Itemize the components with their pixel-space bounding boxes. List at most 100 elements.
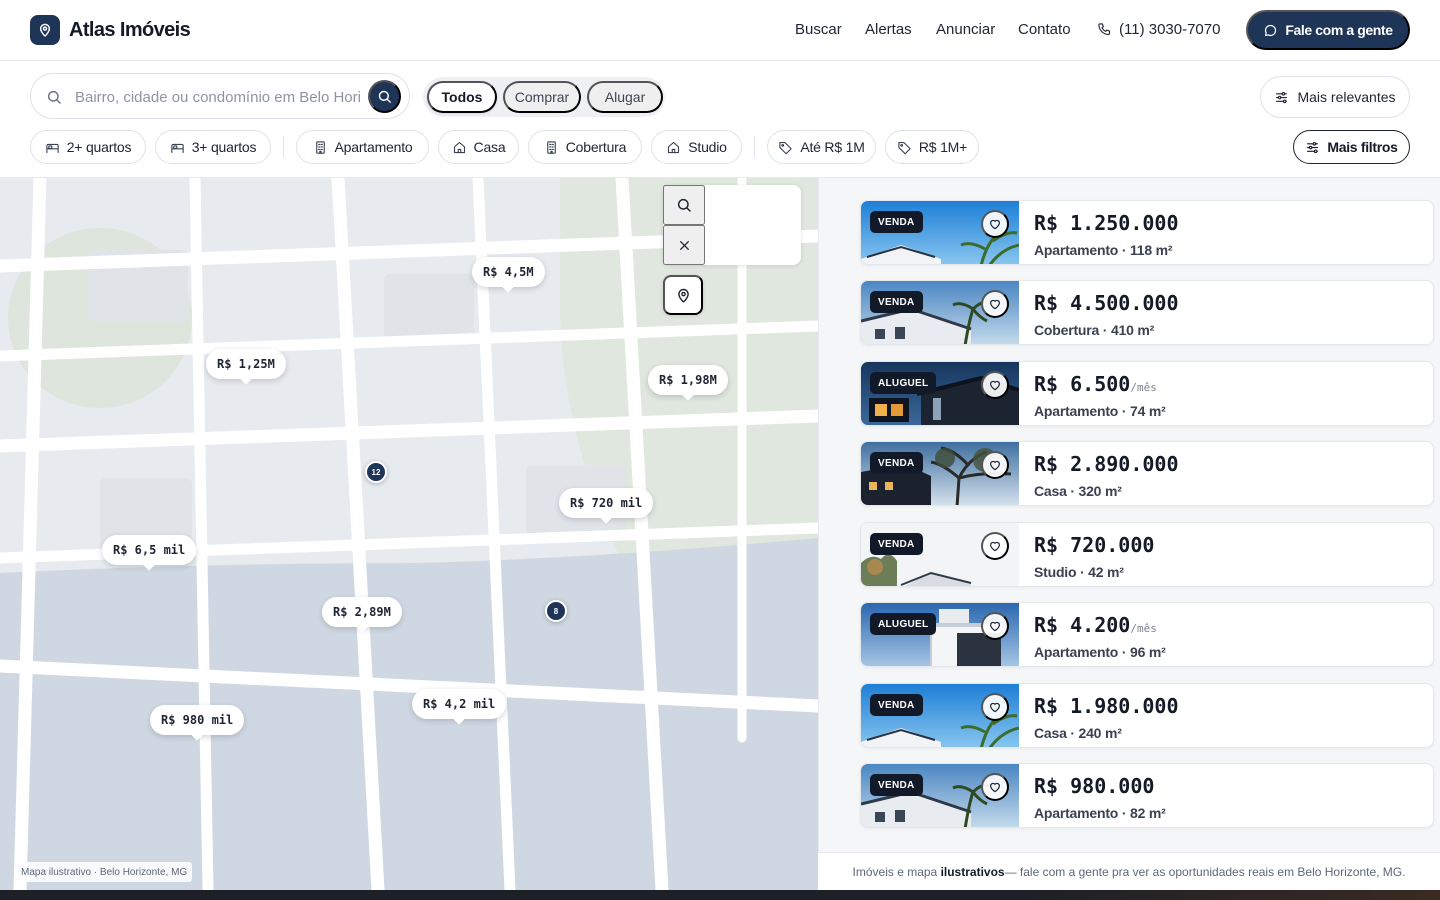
favorite-button[interactable] (981, 371, 1009, 399)
map-price-pin[interactable]: R$ 2,89M (322, 597, 402, 627)
listing-details: Casa · 320 m² (1034, 483, 1122, 499)
disclaimer-emphasis: ilustrativos (940, 864, 1005, 879)
filter-chip-ate-1m[interactable]: Até R$ 1M (767, 130, 876, 164)
favorite-button[interactable] (981, 773, 1009, 801)
chip-label: Studio (688, 139, 727, 155)
map-cluster-marker[interactable]: 12 (365, 461, 387, 483)
price-value: R$ 1.250.000 (1034, 211, 1179, 235)
search-icon (378, 90, 391, 103)
nav-link-buscar[interactable]: Buscar (795, 21, 842, 38)
listing-details: Apartamento · 74 m² (1034, 403, 1166, 419)
listing-badge: VENDA (870, 533, 923, 555)
favorite-button[interactable] (981, 532, 1009, 560)
brand-name[interactable]: Atlas Imóveis (69, 19, 191, 42)
favorite-button[interactable] (981, 451, 1009, 479)
filter-chip-studio[interactable]: Studio (651, 130, 742, 164)
map-price-pin[interactable]: R$ 1,25M (206, 349, 286, 379)
listing-card[interactable]: VENDA R$ 720.000 Studio · 42 m² (860, 522, 1434, 587)
chip-label: Casa (473, 139, 506, 155)
top-header: Atlas Imóveis Buscar Alertas Anunciar Co… (0, 0, 1440, 61)
segment-alugar[interactable]: Alugar (587, 81, 663, 113)
price-value: R$ 2.890.000 (1034, 452, 1179, 476)
map-price-pin[interactable]: R$ 1,98M (648, 365, 728, 395)
price-value: R$ 980.000 (1034, 774, 1155, 798)
chip-divider (283, 136, 284, 158)
listing-badge: ALUGUEL (870, 613, 937, 635)
map-price-pin[interactable]: R$ 4,5M (472, 257, 545, 287)
nav-link-anunciar[interactable]: Anunciar (936, 21, 995, 38)
map-attribution: Mapa ilustrativo · Belo Horizonte, MG (16, 862, 193, 882)
listing-details: Casa · 240 m² (1034, 725, 1122, 741)
price-value: R$ 720.000 (1034, 533, 1155, 557)
map-cluster-marker[interactable]: 8 (545, 600, 567, 622)
map-price-pin[interactable]: R$ 4,2 mil (412, 689, 507, 719)
heart-icon (990, 541, 1000, 552)
filter-chip-1m-plus[interactable]: R$ 1M+ (885, 130, 979, 164)
filter-chip-3-quartos[interactable]: 3+ quartos (155, 130, 271, 164)
listing-card[interactable]: ALUGUEL R$ 6.500/mês Apartamento · 74 m² (860, 361, 1434, 426)
chip-label: Apartamento (334, 139, 413, 155)
contact-cta-button[interactable]: Fale com a gente (1246, 10, 1410, 50)
price-value: R$ 1.980.000 (1034, 694, 1179, 718)
listing-price: R$ 4.500.000 (1034, 291, 1179, 315)
favorite-button[interactable] (981, 612, 1009, 640)
listing-card[interactable]: ALUGUEL R$ 4.200/mês Apartamento · 96 m² (860, 602, 1434, 667)
map-locate-button[interactable] (663, 275, 703, 315)
listing-price: R$ 1.250.000 (1034, 211, 1179, 235)
more-filters-button[interactable]: Mais filtros (1293, 130, 1410, 164)
listing-price: R$ 1.980.000 (1034, 694, 1179, 718)
nav-link-contato[interactable]: Contato (1018, 21, 1071, 38)
listing-card[interactable]: VENDA R$ 1.980.000 Casa · 240 m² (860, 683, 1434, 748)
price-tag-icon (779, 141, 793, 154)
search-submit-button[interactable] (368, 80, 401, 113)
filter-chip-casa[interactable]: Casa (438, 130, 519, 164)
search-bar (30, 73, 410, 119)
filter-chip-2-quartos[interactable]: 2+ quartos (30, 130, 146, 164)
sort-dropdown[interactable]: Mais relevantes (1260, 76, 1410, 118)
chat-bubble-icon (1265, 24, 1277, 36)
nav-link-alertas[interactable]: Alertas (865, 21, 912, 38)
listing-details: Apartamento · 96 m² (1034, 644, 1166, 660)
listing-details: Studio · 42 m² (1034, 564, 1124, 580)
map-price-pin[interactable]: R$ 6,5 mil (102, 535, 197, 565)
price-value: R$ 6.500 (1034, 372, 1131, 396)
heart-icon (990, 299, 1000, 310)
segment-todos[interactable]: Todos (427, 81, 497, 113)
heart-icon (990, 702, 1000, 713)
map-clear-button[interactable] (663, 225, 705, 265)
house-icon (668, 141, 680, 153)
listing-card[interactable]: VENDA R$ 4.500.000 Cobertura · 410 m² (860, 280, 1434, 345)
map-search-button[interactable] (663, 185, 705, 225)
favorite-button[interactable] (981, 210, 1009, 238)
search-input[interactable] (75, 85, 360, 109)
listing-card[interactable]: VENDA R$ 2.890.000 Casa · 320 m² (860, 441, 1434, 506)
listing-price: R$ 720.000 (1034, 533, 1154, 557)
building-icon (315, 140, 325, 154)
disclaimer-prefix: Imóveis e mapa (852, 864, 938, 879)
chip-divider (754, 136, 755, 158)
filter-chip-cobertura[interactable]: Cobertura (528, 130, 642, 164)
logo-icon[interactable] (30, 15, 60, 45)
filter-chip-apartamento[interactable]: Apartamento (296, 130, 429, 164)
listing-badge: VENDA (870, 211, 923, 233)
price-value: R$ 4.200 (1034, 613, 1131, 637)
heart-icon (990, 782, 1000, 793)
bed-icon (46, 143, 59, 153)
heart-icon (990, 460, 1000, 471)
disclaimer-suffix: — fale com a gente pra ver as oportunida… (1004, 864, 1406, 879)
map-price-pin[interactable]: R$ 720 mil (559, 488, 654, 518)
listing-price: R$ 2.890.000 (1034, 452, 1179, 476)
page-bottom-strip (0, 890, 1440, 900)
favorite-button[interactable] (981, 290, 1009, 318)
favorite-button[interactable] (981, 693, 1009, 721)
listing-badge: ALUGUEL (870, 372, 937, 394)
price-value: R$ 4.500.000 (1034, 291, 1179, 315)
listing-badge: VENDA (870, 452, 923, 474)
listing-details: Apartamento · 82 m² (1034, 805, 1166, 821)
segment-comprar[interactable]: Comprar (503, 81, 581, 113)
listing-card[interactable]: VENDA R$ 1.250.000 Apartamento · 118 m² (860, 200, 1434, 265)
phone-link[interactable]: (11) 3030-7070 (1097, 21, 1220, 38)
map-price-pin[interactable]: R$ 980 mil (150, 705, 245, 735)
disclaimer-footer: Imóveis e mapa ilustrativos — fale com a… (818, 852, 1440, 890)
listing-card[interactable]: VENDA R$ 980.000 Apartamento · 82 m² (860, 763, 1434, 828)
